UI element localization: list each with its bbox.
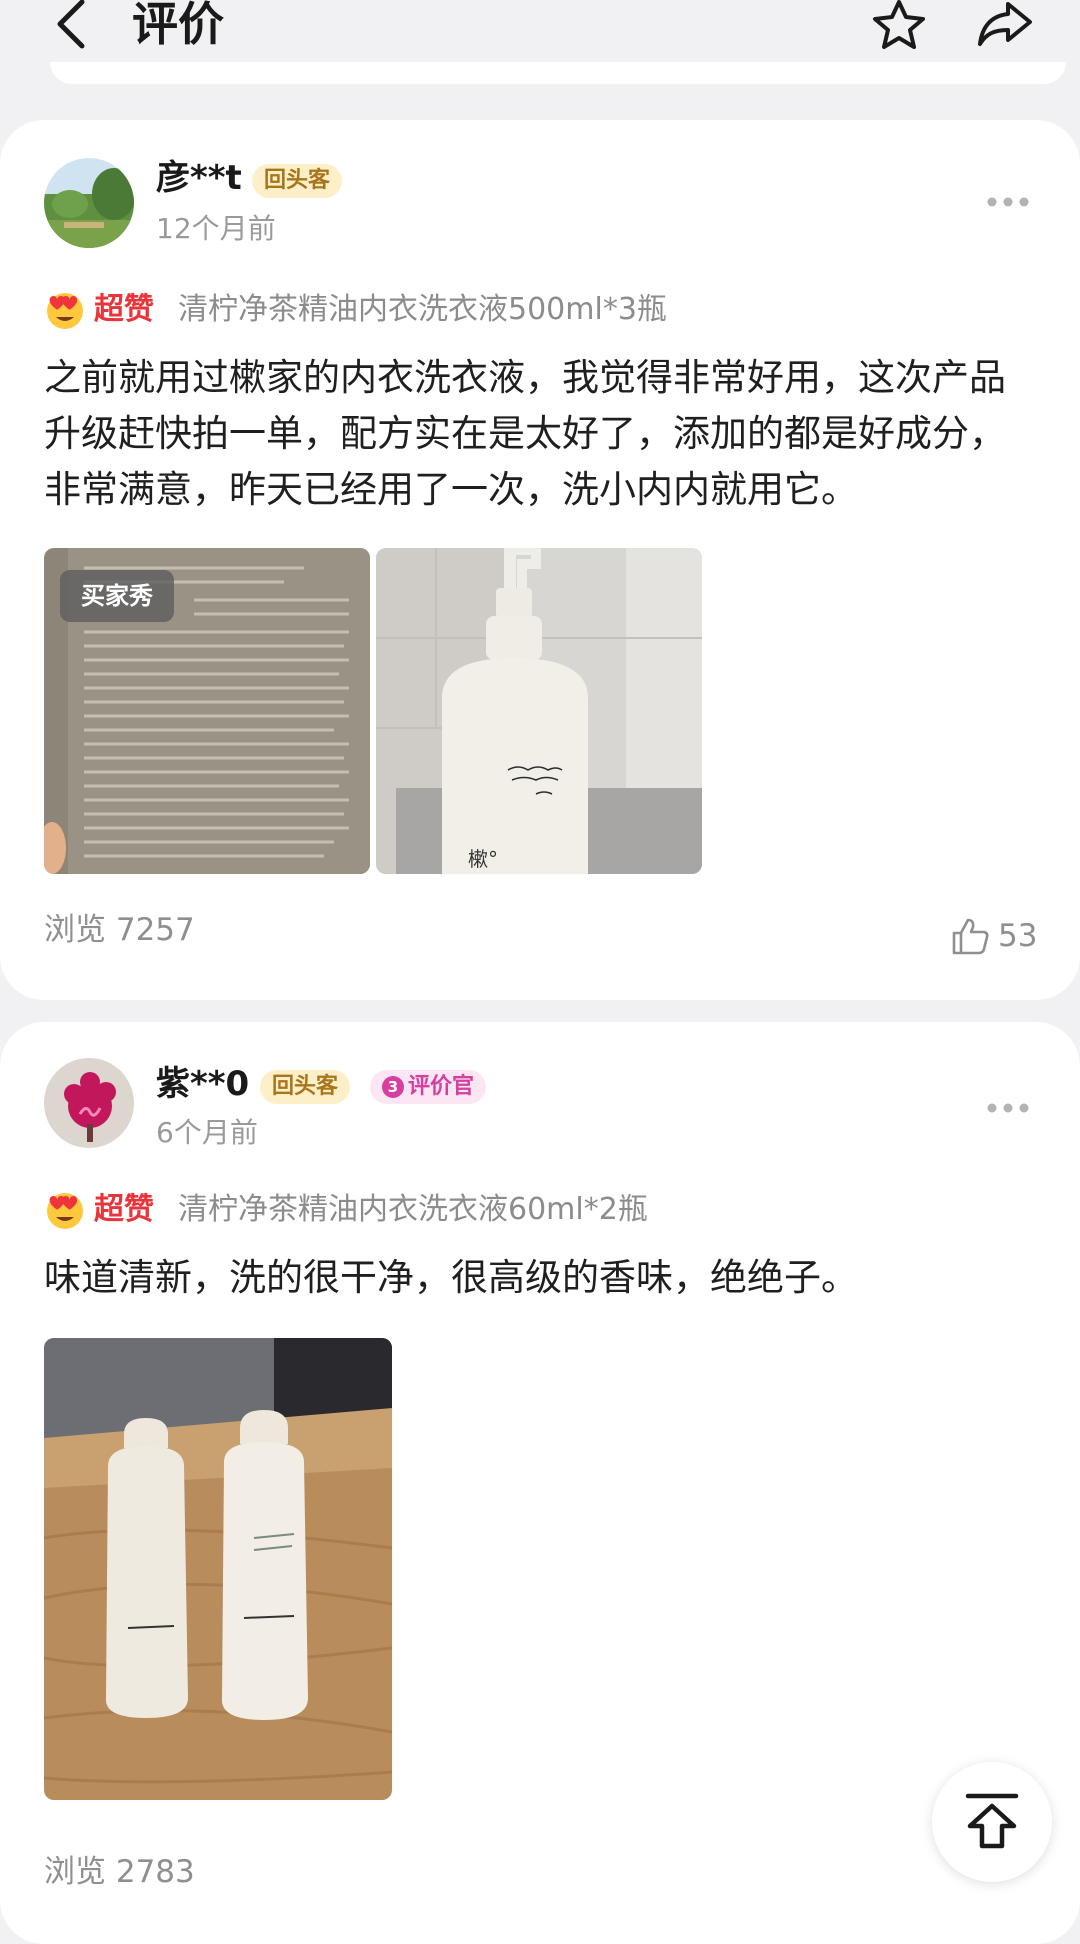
favorite-button[interactable] [870,0,928,50]
review-card: 彦**t 回头客 12个月前 超赞 清柠净茶精油内衣洗衣液500ml*3瓶 之前… [0,120,1080,1000]
rating-label: 超赞 [94,1192,154,1227]
chevron-left-icon [57,0,85,49]
reviewer-level: 3 [382,1076,404,1098]
more-options-button[interactable] [986,1100,1030,1114]
review-text: 味道清新，洗的很干净，很高级的香味，绝绝子。 [44,1256,858,1299]
view-count: 浏览 2783 [44,1854,195,1890]
avatar[interactable] [44,1058,134,1148]
repeat-customer-badge: 回头客 [260,1070,351,1104]
share-button[interactable] [976,0,1034,50]
review-text: 之前就用过樕家的内衣洗衣液，我觉得非常好用，这次产品升级赶快拍一单，配方实在是太… [44,356,1006,511]
page-title: 评价 [132,0,224,51]
back-button[interactable] [52,0,96,52]
review-photo[interactable]: 买家秀 [44,548,370,874]
heart-eyes-emoji-icon [44,290,86,330]
more-options-button[interactable] [986,194,1030,208]
like-count: 53 [998,918,1038,954]
heart-eyes-emoji-icon [44,1190,86,1230]
reviewer-badge-label: 评价官 [408,1074,475,1099]
review-photo[interactable]: 樕° [376,548,702,874]
arrow-up-to-top-icon [965,1793,1019,1849]
share-arrow-icon [978,2,1032,46]
review-time: 12个月前 [156,212,276,245]
more-dots-icon [987,1103,1029,1113]
rating-label: 超赞 [94,292,154,327]
product-variant: 清柠净茶精油内衣洗衣液60ml*2瓶 [178,1192,648,1227]
review-photo[interactable] [44,1338,392,1800]
previous-card-edge [50,62,1066,84]
review-card: 紫**0 回头客 3 评价官 6个月前 超赞 清柠净茶精油内衣洗衣液60ml*2瓶… [0,1022,1080,1944]
buyer-show-tag: 买家秀 [60,570,174,622]
username[interactable]: 紫**0 [156,1064,249,1104]
more-dots-icon [987,197,1029,207]
product-variant: 清柠净茶精油内衣洗衣液500ml*3瓶 [178,292,667,327]
svg-text:樕°: 樕° [468,847,498,871]
back-to-top-button[interactable] [932,1762,1052,1882]
review-time: 6个月前 [156,1116,258,1149]
reviewer-badge: 3 评价官 [370,1070,487,1104]
avatar[interactable] [44,158,134,248]
view-count: 浏览 7257 [44,912,195,948]
repeat-customer-badge: 回头客 [252,164,343,198]
thumbs-up-icon[interactable] [950,916,990,956]
username[interactable]: 彦**t [156,158,242,198]
star-outline-icon [873,0,925,49]
